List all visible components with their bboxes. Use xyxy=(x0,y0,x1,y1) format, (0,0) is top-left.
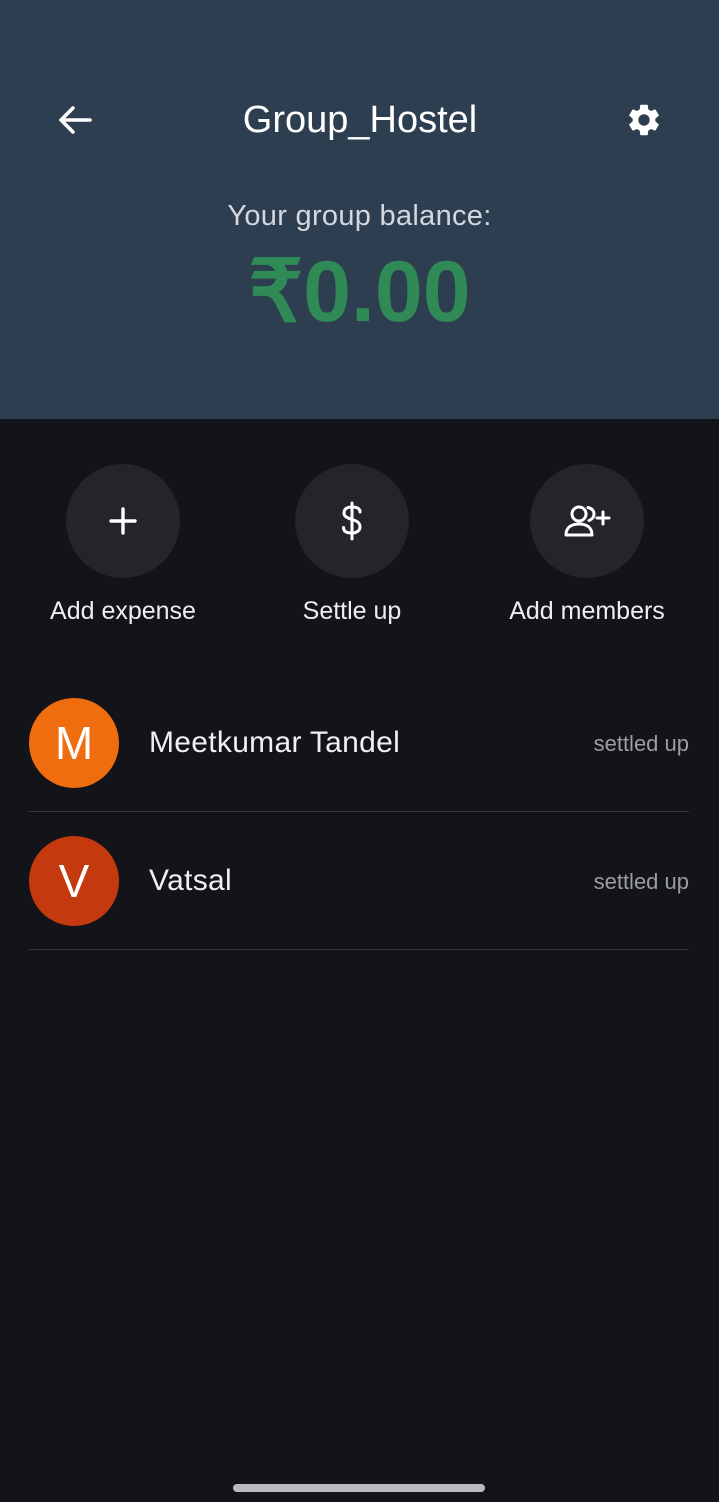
arrow-left-icon xyxy=(59,106,92,134)
member-name: Meetkumar Tandel xyxy=(149,726,401,759)
group-header: Group_Hostel Your group balance: ₹0.00 xyxy=(0,0,719,419)
add-members-label: Add members xyxy=(509,597,665,625)
balance-label: Your group balance: xyxy=(227,200,492,232)
member-name: Vatsal xyxy=(149,864,232,897)
gear-icon xyxy=(629,104,659,136)
balance-amount: ₹0.00 xyxy=(248,244,471,340)
member-status: settled up xyxy=(593,869,689,894)
group-screen: Group_Hostel Your group balance: ₹0.00 A… xyxy=(0,0,719,1502)
add-members-action[interactable]: Add members xyxy=(467,464,707,634)
add-user-icon xyxy=(564,505,611,537)
add-members-button[interactable] xyxy=(530,464,644,578)
settle-up-action[interactable]: Settle up xyxy=(232,464,472,634)
home-indicator[interactable] xyxy=(233,1484,485,1492)
avatar: M xyxy=(29,698,119,788)
settle-up-button[interactable] xyxy=(295,464,409,578)
plus-icon xyxy=(109,507,137,535)
add-expense-label: Add expense xyxy=(50,597,196,625)
dollar-icon xyxy=(342,501,362,541)
member-row[interactable]: V Vatsal settled up xyxy=(29,812,689,950)
settings-button[interactable] xyxy=(619,95,669,145)
avatar: V xyxy=(29,836,119,926)
member-row[interactable]: M Meetkumar Tandel settled up xyxy=(29,674,689,812)
settle-up-label: Settle up xyxy=(302,597,402,625)
group-title: Group_Hostel xyxy=(242,99,478,141)
back-button[interactable] xyxy=(50,95,100,145)
add-expense-action[interactable]: Add expense xyxy=(3,464,243,634)
add-expense-button[interactable] xyxy=(66,464,180,578)
member-status: settled up xyxy=(593,731,689,756)
